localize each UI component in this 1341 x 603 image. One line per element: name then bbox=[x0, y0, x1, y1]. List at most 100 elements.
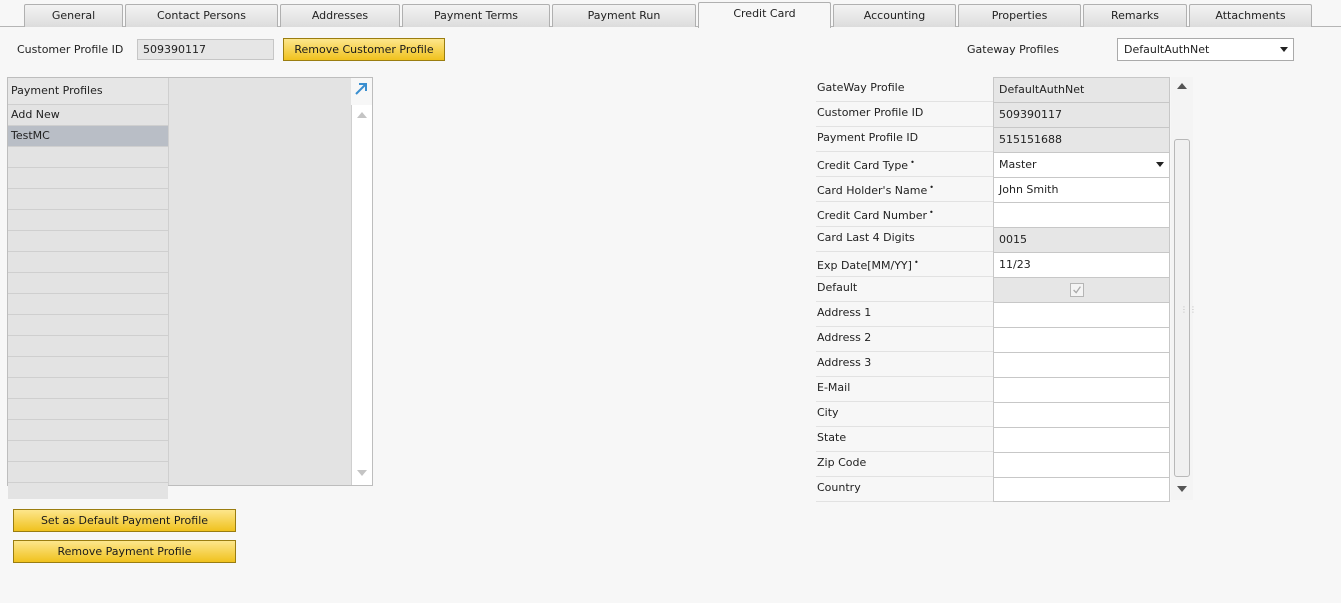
remove-payment-profile-button[interactable]: Remove Payment Profile bbox=[13, 540, 236, 563]
country-input[interactable] bbox=[993, 477, 1170, 502]
zip-code-input[interactable] bbox=[993, 452, 1170, 477]
required-marker: • bbox=[913, 258, 919, 267]
payment-profiles-header: Payment Profiles bbox=[8, 78, 168, 105]
list-item-empty[interactable] bbox=[8, 189, 168, 210]
email-label: E-Mail bbox=[817, 381, 851, 394]
state-label: State bbox=[817, 431, 847, 444]
required-marker: • bbox=[910, 158, 915, 167]
chevron-down-icon bbox=[1280, 47, 1288, 52]
list-item-empty[interactable] bbox=[8, 252, 168, 273]
form-row-exp-date: Exp Date[MM/YY] • 11/23 bbox=[816, 252, 1170, 277]
state-input[interactable] bbox=[993, 427, 1170, 452]
tab-general[interactable]: General bbox=[24, 4, 123, 27]
list-item-empty[interactable] bbox=[8, 483, 168, 499]
credit-card-type-select[interactable]: Master bbox=[993, 152, 1170, 177]
tab-payment-run[interactable]: Payment Run bbox=[552, 4, 696, 27]
email-input[interactable] bbox=[993, 377, 1170, 402]
card-holder-name-input[interactable]: John Smith bbox=[993, 177, 1170, 202]
list-item-empty[interactable] bbox=[8, 273, 168, 294]
address-3-input[interactable] bbox=[993, 352, 1170, 377]
tab-label: Attachments bbox=[1215, 9, 1286, 22]
form-row-address-1: Address 1 bbox=[816, 302, 1170, 327]
set-default-payment-profile-button[interactable]: Set as Default Payment Profile bbox=[13, 509, 236, 532]
credit-card-type-label-text: Credit Card Type bbox=[817, 159, 909, 172]
form-row-address-2: Address 2 bbox=[816, 327, 1170, 352]
city-input[interactable] bbox=[993, 402, 1170, 427]
list-item-empty[interactable] bbox=[8, 315, 168, 336]
grip-icon: ⋮⋮ bbox=[1180, 305, 1198, 314]
form-row-gateway-profile: GateWay Profile DefaultAuthNet bbox=[816, 77, 1170, 102]
tab-label: Accounting bbox=[863, 9, 926, 22]
list-item-empty[interactable] bbox=[8, 378, 168, 399]
list-item-empty[interactable] bbox=[8, 462, 168, 483]
list-item-empty[interactable] bbox=[8, 399, 168, 420]
tab-contact-persons[interactable]: Contact Persons bbox=[125, 4, 278, 27]
list-item-empty[interactable] bbox=[8, 231, 168, 252]
address-2-label: Address 2 bbox=[817, 331, 872, 344]
scroll-down-icon[interactable] bbox=[1177, 486, 1187, 492]
tab-accounting[interactable]: Accounting bbox=[833, 4, 956, 27]
default-checkbox-cell bbox=[993, 277, 1170, 302]
list-item-empty[interactable] bbox=[8, 441, 168, 462]
default-label: Default bbox=[817, 281, 858, 294]
tab-remarks[interactable]: Remarks bbox=[1083, 4, 1187, 27]
list-item-empty[interactable] bbox=[8, 210, 168, 231]
form-row-state: State bbox=[816, 427, 1170, 452]
address-2-input[interactable] bbox=[993, 327, 1170, 352]
form-row-card-last-4-digits: Card Last 4 Digits 0015 bbox=[816, 227, 1170, 252]
zip-code-label: Zip Code bbox=[817, 456, 867, 469]
scrollbar-thumb[interactable]: ⋮⋮ bbox=[1174, 139, 1197, 477]
credit-card-type-value: Master bbox=[999, 158, 1037, 171]
tab-payment-terms[interactable]: Payment Terms bbox=[402, 4, 550, 27]
tab-properties[interactable]: Properties bbox=[958, 4, 1081, 27]
form-row-zip-code: Zip Code bbox=[816, 452, 1170, 477]
gateway-profiles-select[interactable]: DefaultAuthNet bbox=[1117, 38, 1294, 61]
form-row-address-3: Address 3 bbox=[816, 352, 1170, 377]
credit-card-number-input[interactable] bbox=[993, 202, 1170, 227]
payment-profiles-detail-area bbox=[168, 78, 351, 485]
list-item-add-new[interactable]: Add New bbox=[8, 105, 168, 126]
list-item-testmc[interactable]: TestMC bbox=[8, 126, 168, 147]
form-row-credit-card-number: Credit Card Number • bbox=[816, 202, 1170, 227]
default-checkbox[interactable] bbox=[1070, 283, 1084, 297]
customer-profile-id-label: Customer Profile ID bbox=[17, 43, 124, 56]
list-item-empty[interactable] bbox=[8, 420, 168, 441]
scroll-down-icon[interactable] bbox=[357, 470, 367, 476]
exp-date-label-text: Exp Date[MM/YY] bbox=[817, 259, 912, 272]
payment-profiles-list: Payment Profiles Add New TestMC bbox=[8, 78, 168, 499]
gateway-profiles-label: Gateway Profiles bbox=[967, 43, 1060, 56]
list-item-empty[interactable] bbox=[8, 147, 168, 168]
credit-card-number-label: Credit Card Number • bbox=[817, 202, 992, 226]
tab-addresses[interactable]: Addresses bbox=[280, 4, 400, 27]
tab-credit-card[interactable]: Credit Card bbox=[698, 2, 831, 28]
address-1-input[interactable] bbox=[993, 302, 1170, 327]
list-item-empty[interactable] bbox=[8, 168, 168, 189]
customer-profile-id-field[interactable]: 509390117 bbox=[137, 39, 274, 60]
exp-date-input[interactable]: 11/23 bbox=[993, 252, 1170, 277]
expand-icon[interactable] bbox=[352, 80, 370, 98]
form-row-default: Default bbox=[816, 277, 1170, 302]
chevron-down-icon bbox=[1156, 162, 1164, 167]
scroll-up-icon[interactable] bbox=[357, 112, 367, 118]
form-row-payment-profile-id: Payment Profile ID 515151688 bbox=[816, 127, 1170, 152]
list-item-empty[interactable] bbox=[8, 357, 168, 378]
tab-bar: General Contact Persons Addresses Paymen… bbox=[0, 0, 1341, 28]
gateway-profile-label: GateWay Profile bbox=[817, 81, 905, 94]
form-row-card-holder-name: Card Holder's Name • John Smith bbox=[816, 177, 1170, 202]
credit-card-form: GateWay Profile DefaultAuthNet Customer … bbox=[816, 77, 1170, 502]
form-scrollbar[interactable]: ⋮⋮ bbox=[1171, 77, 1197, 500]
tab-label: Credit Card bbox=[733, 7, 796, 20]
scroll-up-icon[interactable] bbox=[1177, 83, 1187, 89]
payment-profiles-scrollbar[interactable] bbox=[351, 105, 372, 485]
list-item-empty[interactable] bbox=[8, 336, 168, 357]
list-item-empty[interactable] bbox=[8, 294, 168, 315]
required-marker: • bbox=[929, 183, 934, 192]
credit-card-number-label-text: Credit Card Number bbox=[817, 209, 927, 222]
gateway-profiles-value: DefaultAuthNet bbox=[1124, 43, 1210, 56]
payment-profile-id-label: Payment Profile ID bbox=[817, 131, 919, 144]
gateway-profile-field: DefaultAuthNet bbox=[993, 77, 1170, 102]
form-row-city: City bbox=[816, 402, 1170, 427]
remove-customer-profile-button[interactable]: Remove Customer Profile bbox=[283, 38, 445, 61]
tab-attachments[interactable]: Attachments bbox=[1189, 4, 1312, 27]
address-1-label: Address 1 bbox=[817, 306, 872, 319]
